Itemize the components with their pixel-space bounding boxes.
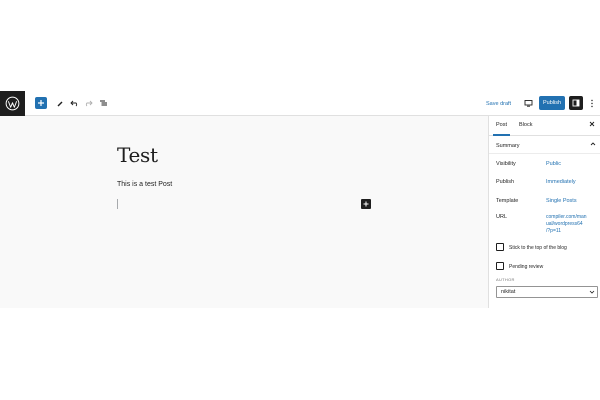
chevron-down-icon (589, 290, 595, 294)
tools-button[interactable] (54, 97, 66, 109)
empty-block-caret[interactable] (117, 199, 118, 209)
visibility-value[interactable]: Public (546, 161, 561, 167)
publish-date-value[interactable]: Immediately (546, 179, 576, 185)
publish-button[interactable]: Publish (539, 96, 565, 110)
redo-icon (85, 100, 93, 107)
desktop-icon (524, 100, 532, 107)
close-icon (589, 121, 595, 127)
pencil-icon (57, 101, 63, 107)
list-view-icon (99, 100, 107, 106)
plus-icon (363, 201, 369, 207)
block-inserter-button[interactable] (361, 199, 371, 209)
plus-icon (38, 100, 44, 106)
active-tab-indicator (493, 134, 510, 136)
author-select[interactable]: nikitat (496, 286, 598, 298)
undo-icon (69, 100, 77, 107)
document-overview-button[interactable] (97, 97, 109, 109)
paragraph-block[interactable]: This is a test Post (117, 181, 172, 188)
wordpress-icon[interactable] (0, 91, 25, 116)
sticky-checkbox[interactable] (496, 243, 504, 251)
undo-button[interactable] (68, 97, 80, 109)
template-label: Template (496, 198, 519, 204)
tab-post[interactable]: Post (496, 122, 507, 128)
url-label: URL (496, 214, 508, 220)
more-vertical-icon (591, 99, 593, 107)
sidebar-icon (572, 99, 580, 107)
summary-panel-header[interactable]: Summary (489, 137, 600, 154)
block-editor: Save draft Publish Test This is a test P… (0, 91, 600, 308)
add-block-button[interactable] (35, 97, 47, 109)
url-value-line[interactable]: ual/wordpress64 (546, 221, 583, 227)
post-title[interactable]: Test (117, 143, 158, 167)
url-value-line[interactable]: /?p=11 (546, 228, 561, 234)
pending-review-label: Pending review (509, 264, 544, 270)
template-value[interactable]: Single Posts (546, 198, 577, 204)
settings-button[interactable] (569, 96, 583, 110)
close-sidebar-button[interactable] (589, 121, 595, 129)
preview-button[interactable] (522, 97, 534, 109)
sticky-label: Stick to the top of the blog (509, 245, 567, 251)
save-draft-button[interactable]: Save draft (486, 97, 511, 110)
visibility-label: Visibility (496, 161, 516, 167)
editor-toolbar: Save draft Publish (0, 91, 600, 116)
publish-label: Publish (496, 179, 515, 185)
tab-block[interactable]: Block (519, 122, 532, 128)
url-value-line[interactable]: compiler.com/man (546, 214, 587, 220)
redo-button[interactable] (82, 97, 94, 109)
pending-review-checkbox[interactable] (496, 262, 504, 270)
author-label: AUTHOR (496, 277, 515, 282)
settings-sidebar: Post Block Summary Visibility Public Pub… (488, 116, 600, 308)
chevron-up-icon (590, 142, 596, 146)
sidebar-tabs: Post Block (489, 116, 600, 136)
summary-label: Summary (496, 143, 520, 149)
options-button[interactable] (588, 97, 596, 109)
author-value: nikitat (501, 289, 516, 295)
editor-canvas[interactable]: Test This is a test Post (0, 116, 488, 308)
